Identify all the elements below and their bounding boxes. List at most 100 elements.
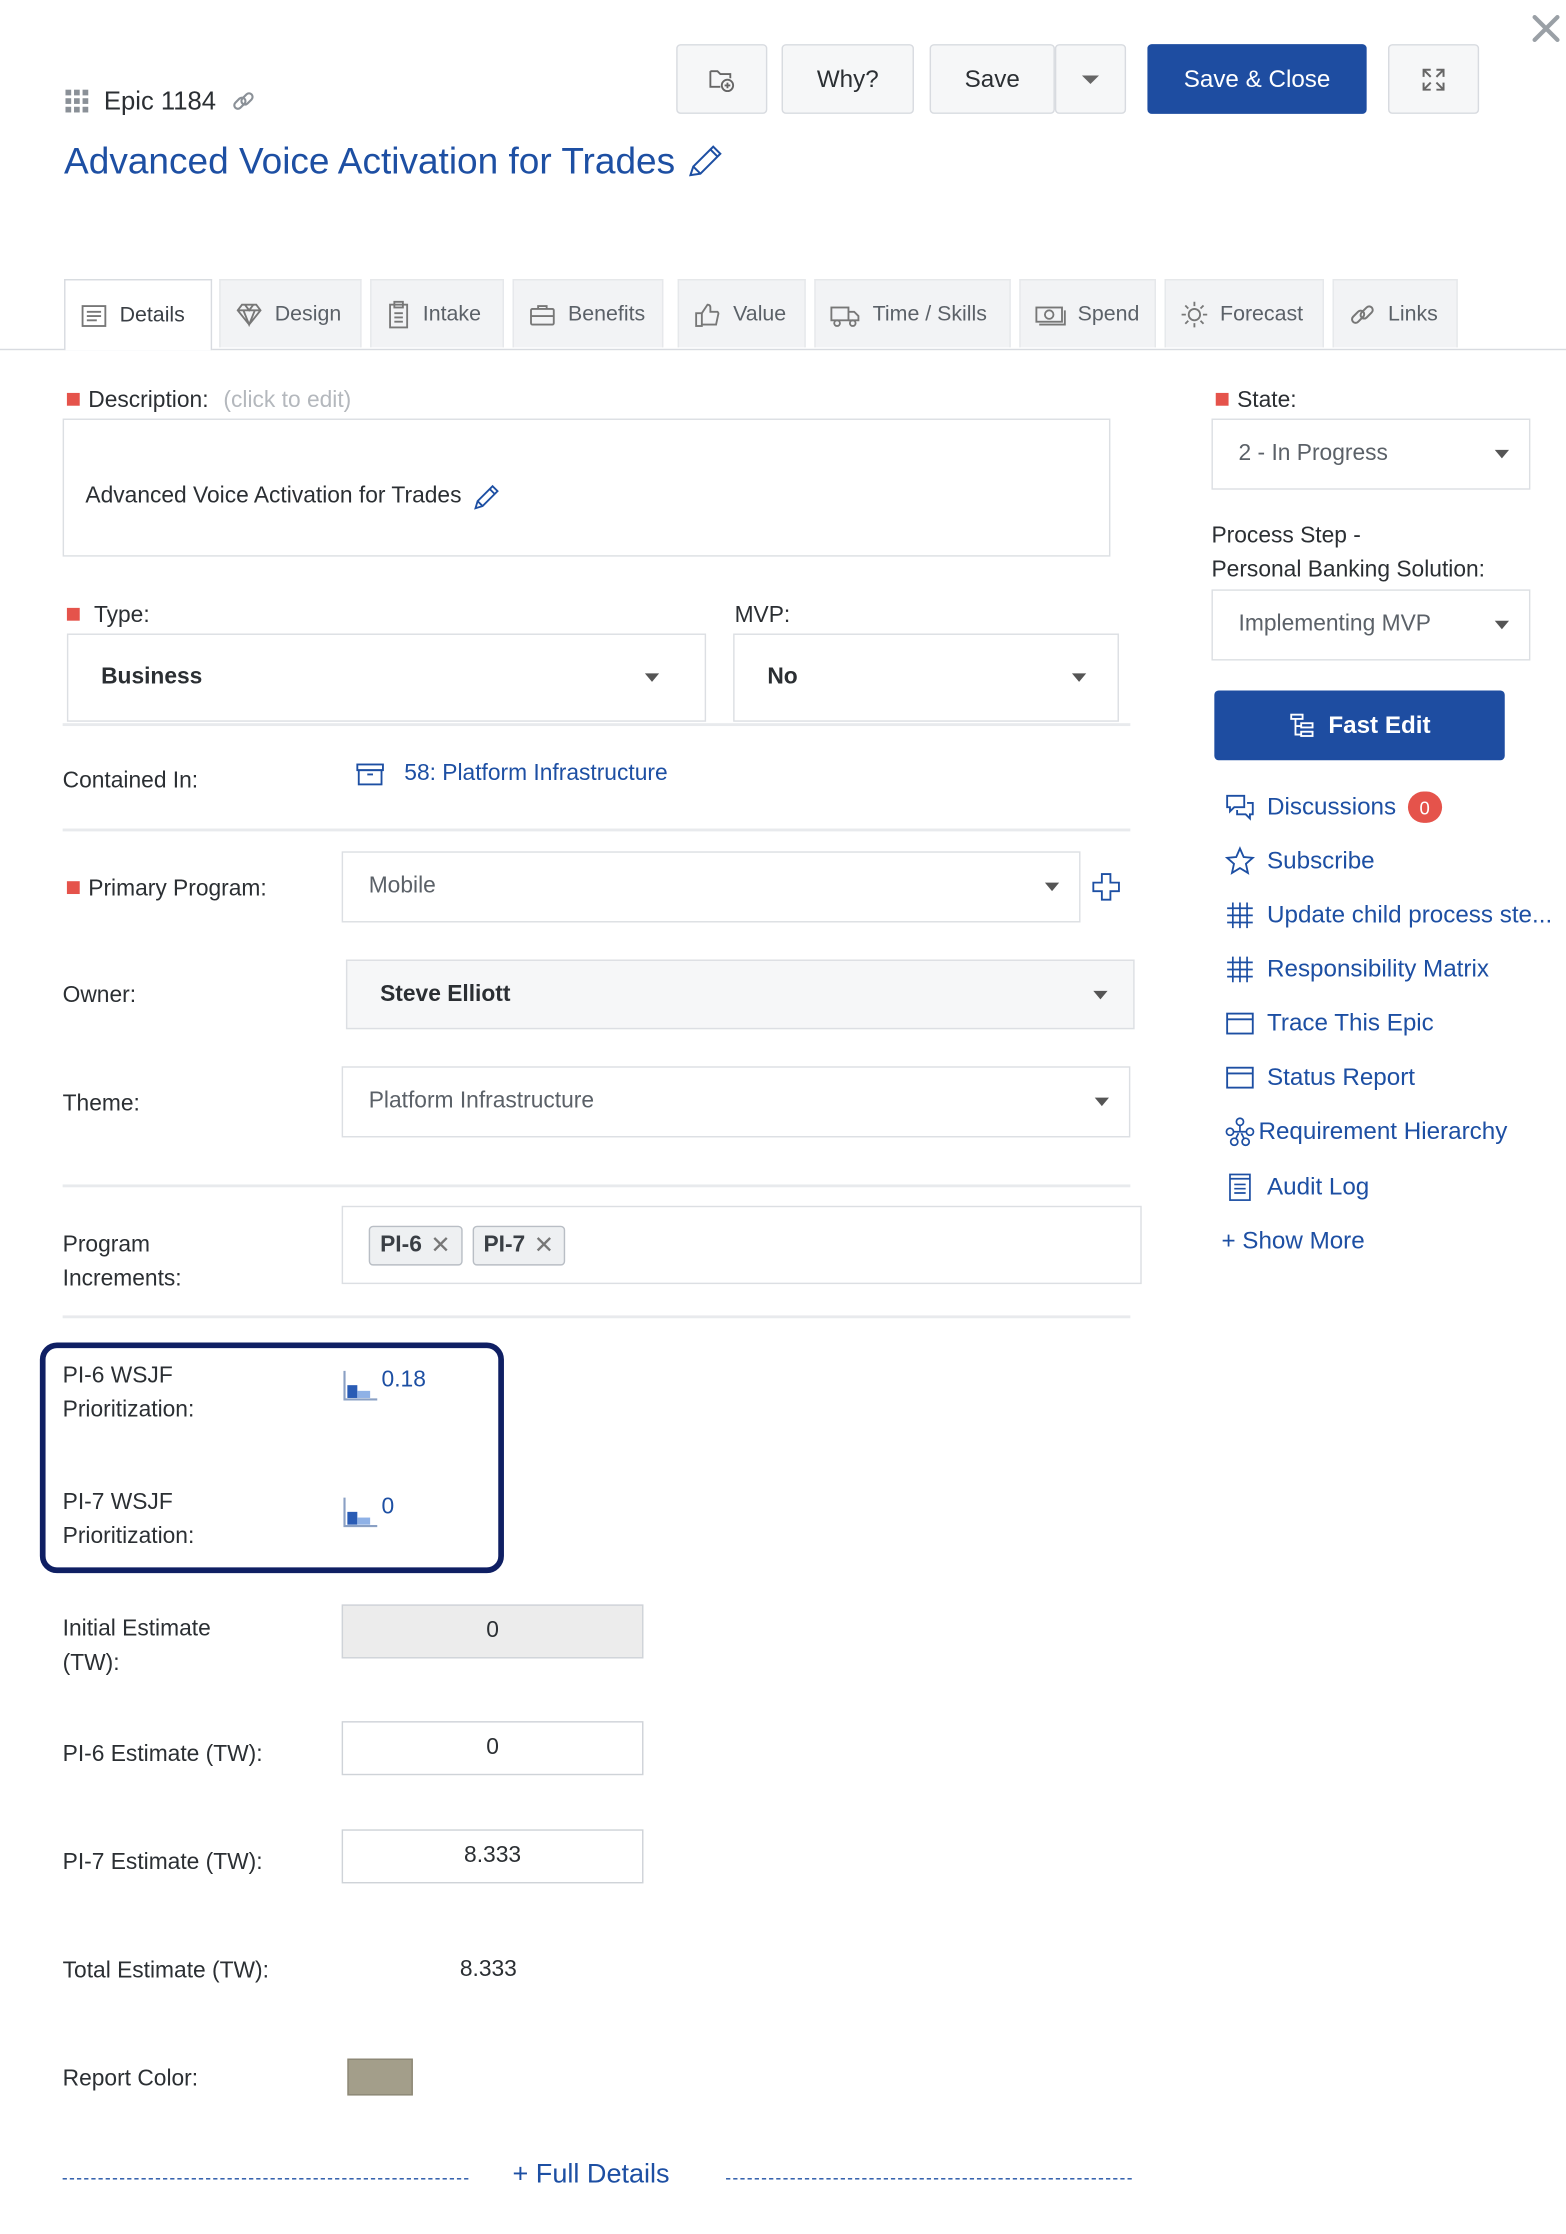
description-text: Advanced Voice Activation for Trades	[85, 484, 462, 509]
initial-estimate-field[interactable]: 0	[341, 1604, 644, 1659]
sidebar-item-requirement-hierarchy[interactable]: Requirement Hierarchy	[1224, 1115, 1507, 1149]
fast-edit-button[interactable]: Fast Edit	[1214, 690, 1505, 761]
description-box[interactable]: Advanced Voice Activation for Trades	[62, 418, 1111, 557]
tab-intake[interactable]: Intake	[370, 279, 504, 348]
sidebar-item-discussions[interactable]: Discussions 0	[1224, 790, 1442, 824]
folder-add-icon	[709, 69, 735, 92]
close-icon[interactable]	[1529, 11, 1566, 48]
log-icon	[1229, 1173, 1251, 1201]
tab-design[interactable]: Design	[219, 279, 362, 348]
page-title-row: Advanced Voice Activation for Trades	[64, 140, 724, 184]
mvp-select[interactable]: No	[733, 633, 1119, 722]
tab-forecast[interactable]: Forecast	[1164, 279, 1324, 348]
full-details-link[interactable]: + Full Details	[512, 2160, 669, 2191]
process-step-label: Process Step - Personal Banking Solution…	[1211, 520, 1485, 588]
why-button[interactable]: Why?	[781, 44, 914, 114]
label-line: Prioritization:	[62, 1397, 195, 1423]
expand-button[interactable]	[1388, 44, 1480, 114]
primary-program-label-row: Primary Program:	[66, 873, 267, 907]
theme-value: Platform Infrastructure	[368, 1089, 595, 1114]
pi6-estimate-field[interactable]: 0	[341, 1721, 644, 1776]
tab-label: Details	[119, 303, 185, 328]
save-button[interactable]: Save	[929, 44, 1055, 114]
sidebar-item-update-child[interactable]: Update child process ste...	[1224, 898, 1552, 932]
state-select[interactable]: 2 - In Progress	[1211, 418, 1531, 490]
total-estimate-value: 8.333	[459, 1957, 517, 1982]
owner-select[interactable]: Steve Elliott	[345, 959, 1135, 1030]
theme-label: Theme:	[62, 1091, 140, 1117]
sun-icon	[1181, 301, 1208, 327]
owner-value: Steve Elliott	[380, 981, 511, 1006]
tab-time-skills[interactable]: Time / Skills	[814, 279, 1011, 348]
divider	[62, 1184, 1131, 1188]
tab-links[interactable]: Links	[1332, 279, 1458, 348]
process-step-select[interactable]: Implementing MVP	[1211, 589, 1531, 661]
tab-label: Value	[733, 301, 787, 327]
wsjf-value: 0.18	[381, 1368, 426, 1393]
pi7-wsjf-label: PI-7 WSJF Prioritization:	[63, 1486, 195, 1554]
remove-icon[interactable]: ✕	[430, 1231, 450, 1259]
theme-select[interactable]: Platform Infrastructure	[341, 1066, 1131, 1138]
pi7-wsjf-value[interactable]: 0	[342, 1495, 394, 1529]
tab-label: Time / Skills	[872, 301, 987, 327]
label-line: Program	[62, 1232, 150, 1258]
fast-edit-label: Fast Edit	[1328, 711, 1431, 739]
divider	[62, 723, 1131, 727]
archive-icon	[356, 763, 384, 786]
sidebar-item-label: Update child process ste...	[1267, 901, 1553, 929]
initial-estimate-label: Initial Estimate (TW):	[63, 1613, 211, 1681]
tab-label: Design	[274, 301, 342, 327]
pencil-icon[interactable]	[687, 143, 724, 180]
pi6-wsjf-value[interactable]: 0.18	[342, 1368, 426, 1402]
contained-link[interactable]: 58: Platform Infrastructure	[356, 762, 668, 788]
chevron-down-icon	[1494, 449, 1510, 459]
save-options-button[interactable]	[1054, 44, 1127, 114]
state-label-row: State:	[1215, 384, 1297, 418]
add-program-icon[interactable]	[1090, 871, 1121, 909]
dashed-rule-right	[726, 2178, 1132, 2180]
report-color-label: Report Color:	[62, 2067, 199, 2092]
label-line: Process Step -	[1211, 523, 1361, 549]
primary-program-value: Mobile	[368, 874, 436, 899]
program-increments-input[interactable]: PI-6 ✕ PI-7 ✕	[341, 1205, 1142, 1285]
sidebar-item-audit-log[interactable]: Audit Log	[1224, 1170, 1369, 1204]
label-line: Increments:	[62, 1267, 182, 1292]
show-more-link[interactable]: + Show More	[1221, 1224, 1364, 1258]
diamond-icon	[236, 303, 262, 327]
remove-icon[interactable]: ✕	[534, 1231, 554, 1259]
save-close-button[interactable]: Save & Close	[1147, 44, 1367, 114]
tab-spend[interactable]: Spend	[1019, 279, 1156, 348]
primary-program-select[interactable]: Mobile	[341, 851, 1081, 923]
report-color-swatch[interactable]	[347, 2058, 413, 2096]
label-line: PI-6 WSJF	[62, 1363, 173, 1389]
grid-icon	[1227, 902, 1253, 929]
tab-value[interactable]: Value	[677, 279, 806, 348]
chevron-down-icon	[1044, 882, 1060, 892]
sidebar-item-label: Responsibility Matrix	[1267, 955, 1489, 983]
pencil-icon[interactable]	[473, 483, 501, 511]
document-icon	[81, 304, 107, 327]
sidebar-item-label: Trace This Epic	[1267, 1009, 1434, 1037]
tab-label: Spend	[1077, 301, 1140, 327]
tab-details[interactable]: Details	[64, 279, 213, 351]
sidebar-item-trace-epic[interactable]: Trace This Epic	[1224, 1006, 1434, 1040]
sidebar-item-subscribe[interactable]: Subscribe	[1224, 844, 1375, 878]
sidebar-item-label: Requirement Hierarchy	[1258, 1117, 1508, 1145]
sidebar-item-status-report[interactable]: Status Report	[1224, 1061, 1415, 1095]
tab-benefits[interactable]: Benefits	[512, 279, 664, 348]
type-select[interactable]: Business	[66, 633, 707, 722]
sidebar-item-responsibility-matrix[interactable]: Responsibility Matrix	[1224, 952, 1489, 986]
clipboard-icon	[389, 300, 409, 328]
link-icon[interactable]	[230, 88, 256, 114]
pi7-estimate-field[interactable]: 8.333	[341, 1829, 644, 1884]
description-hint: (click to edit)	[223, 388, 352, 413]
tab-label: Links	[1388, 301, 1438, 327]
star-icon	[1224, 846, 1255, 875]
required-marker	[66, 392, 80, 406]
divider	[62, 1315, 1131, 1319]
chip-label: PI-7	[483, 1232, 526, 1257]
add-to-folder-button[interactable]	[676, 44, 768, 114]
tab-label: Forecast	[1220, 301, 1304, 327]
type-label-row: Type:	[66, 599, 150, 633]
discussions-badge: 0	[1407, 791, 1442, 823]
